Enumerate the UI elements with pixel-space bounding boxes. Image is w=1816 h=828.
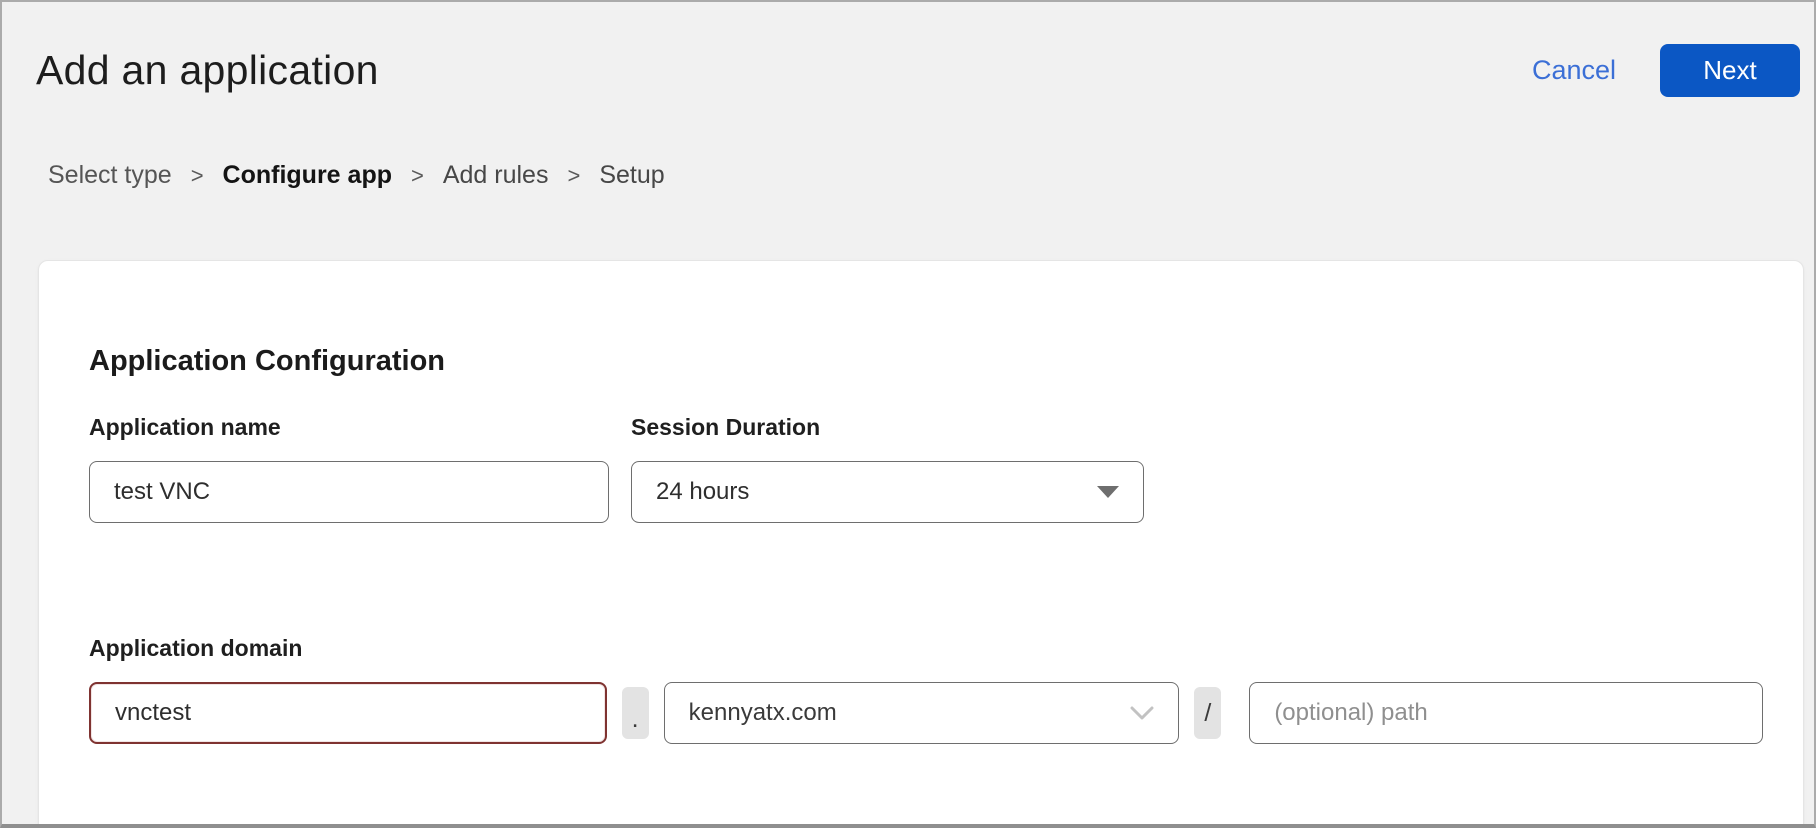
- breadcrumb-separator: >: [567, 163, 580, 189]
- application-name-label: Application name: [89, 414, 609, 441]
- application-domain-row: . kennyatx.com /: [89, 682, 1763, 744]
- cancel-button[interactable]: Cancel: [1532, 55, 1616, 86]
- breadcrumb-step-configure-app[interactable]: Configure app: [223, 161, 392, 190]
- slash-separator: /: [1194, 687, 1221, 739]
- dot-separator: .: [622, 687, 649, 739]
- application-domain-field: Application domain . kennyatx.com /: [89, 635, 1763, 744]
- session-duration-field: Session Duration 24 hours: [631, 414, 1144, 523]
- breadcrumb-step-setup[interactable]: Setup: [599, 161, 664, 190]
- dropdown-caret-icon: [1097, 486, 1119, 498]
- application-name-field: Application name: [89, 414, 609, 523]
- page-title: Add an application: [36, 47, 379, 94]
- page-header: Add an application Cancel Next: [2, 2, 1814, 97]
- dot-separator-text: .: [632, 705, 639, 734]
- path-input[interactable]: [1249, 682, 1763, 744]
- add-application-page: Add an application Cancel Next Select ty…: [0, 0, 1816, 828]
- section-title: Application Configuration: [89, 345, 1763, 378]
- session-duration-value: 24 hours: [656, 478, 749, 506]
- session-duration-select[interactable]: 24 hours: [631, 461, 1144, 523]
- subdomain-input[interactable]: [89, 682, 607, 744]
- domain-select[interactable]: kennyatx.com: [664, 682, 1180, 744]
- application-name-input[interactable]: [89, 461, 609, 523]
- name-session-row: Application name Session Duration 24 hou…: [89, 414, 1763, 523]
- header-actions: Cancel Next: [1532, 44, 1800, 97]
- application-configuration-card: Application Configuration Application na…: [38, 260, 1804, 828]
- next-button[interactable]: Next: [1660, 44, 1800, 97]
- application-domain-label: Application domain: [89, 635, 1763, 662]
- breadcrumb-step-select-type[interactable]: Select type: [48, 161, 172, 190]
- session-duration-label: Session Duration: [631, 414, 1144, 441]
- domain-select-value: kennyatx.com: [689, 699, 837, 727]
- slash-separator-text: /: [1204, 699, 1211, 728]
- chevron-down-icon: [1130, 706, 1154, 720]
- breadcrumb-separator: >: [411, 163, 424, 189]
- breadcrumb-separator: >: [191, 163, 204, 189]
- breadcrumb-step-add-rules[interactable]: Add rules: [443, 161, 549, 190]
- wizard-breadcrumb: Select type > Configure app > Add rules …: [48, 161, 1814, 190]
